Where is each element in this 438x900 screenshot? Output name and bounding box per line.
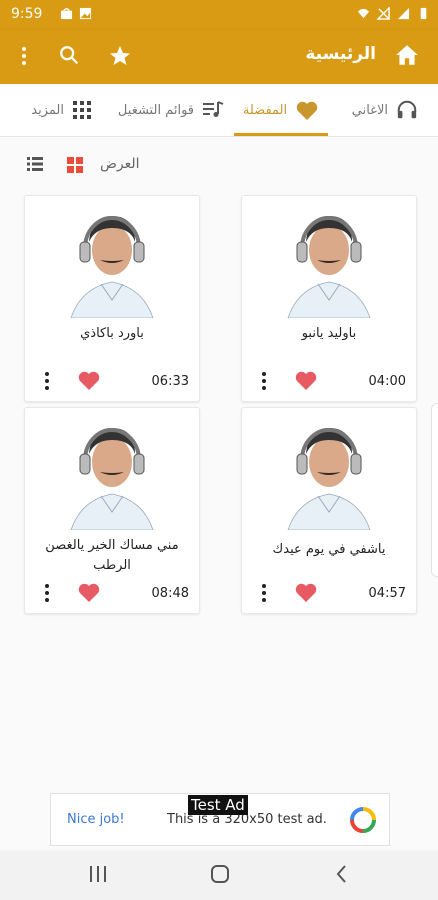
favorite-heart-icon[interactable] (294, 581, 318, 603)
tab-more-label: المزيد (31, 102, 64, 118)
home-nav-icon[interactable] (209, 863, 231, 885)
app-bar: الرئيسية (0, 30, 438, 84)
song-card[interactable]: ياشفي في يوم عيدك 04:57 (241, 407, 417, 614)
tab-bar: الاغاني المفضلة قوائم التشغيل المزيد (0, 84, 438, 137)
home-icon[interactable] (394, 42, 420, 68)
song-card[interactable]: باوليد يانبو 04:00 (241, 195, 417, 402)
star-icon[interactable] (108, 44, 132, 68)
overflow-menu-icon[interactable] (16, 44, 32, 68)
tab-playlists[interactable]: قوائم التشغيل (114, 84, 224, 136)
headphones-icon (397, 100, 417, 119)
song-menu-icon[interactable] (260, 583, 268, 603)
song-duration: 06:33 (151, 374, 189, 389)
song-card[interactable]: باورد باكاذي 06:33 (24, 195, 200, 402)
system-nav-bar (0, 850, 438, 900)
artist-image (70, 428, 154, 530)
store-icon (60, 8, 73, 20)
tab-songs[interactable]: الاغاني (344, 84, 418, 136)
signal-off-icon (377, 7, 390, 20)
battery-icon (420, 7, 427, 20)
song-duration: 04:00 (368, 374, 406, 389)
ad-logo-icon (350, 807, 376, 833)
grid-view-icon[interactable] (66, 156, 84, 174)
recents-icon[interactable] (88, 863, 108, 885)
favorite-heart-icon[interactable] (77, 581, 101, 603)
artist-image (287, 216, 371, 318)
ad-tag: Test Ad (188, 795, 248, 815)
view-toggle-row: العرض (0, 146, 438, 182)
song-duration: 04:57 (368, 586, 406, 601)
favorite-heart-icon[interactable] (294, 369, 318, 391)
song-title: باورد باكاذي (80, 326, 144, 341)
heart-icon (296, 101, 318, 120)
tab-favorites-label: المفضلة (242, 102, 288, 118)
favorite-heart-icon[interactable] (77, 369, 101, 391)
tab-songs-label: الاغاني (351, 102, 388, 118)
song-title: باوليد يانبو (301, 326, 357, 341)
back-icon[interactable] (334, 863, 350, 885)
side-scroll-handle[interactable] (431, 403, 438, 577)
tab-favorites[interactable]: المفضلة (234, 84, 328, 136)
apps-grid-icon (73, 101, 91, 119)
image-icon (79, 7, 92, 20)
song-menu-icon[interactable] (43, 371, 51, 391)
wifi-icon (357, 8, 370, 19)
ad-nice-text: Nice job! (67, 812, 125, 827)
song-title: ياشفي في يوم عيدك (272, 542, 386, 557)
search-icon[interactable] (58, 44, 80, 66)
song-title: مني مساك الخير يالغصن الرطب (45, 538, 179, 573)
song-menu-icon[interactable] (43, 583, 51, 603)
status-bar: 9:59 (0, 0, 438, 30)
song-duration: 08:48 (151, 586, 189, 601)
list-view-icon[interactable] (26, 156, 44, 172)
artist-image (287, 428, 371, 530)
page-title: الرئيسية (305, 44, 376, 64)
song-card[interactable]: مني مساك الخير يالغصن الرطب 08:48 (24, 407, 200, 614)
song-menu-icon[interactable] (260, 371, 268, 391)
tab-more[interactable]: المزيد (22, 84, 92, 136)
status-time: 9:59 (11, 6, 43, 22)
signal-icon (397, 7, 410, 20)
tab-playlists-label: قوائم التشغيل (117, 102, 194, 118)
artist-image (70, 216, 154, 318)
view-label: العرض (100, 156, 140, 172)
tab-indicator (234, 133, 328, 136)
playlist-icon (203, 101, 224, 117)
